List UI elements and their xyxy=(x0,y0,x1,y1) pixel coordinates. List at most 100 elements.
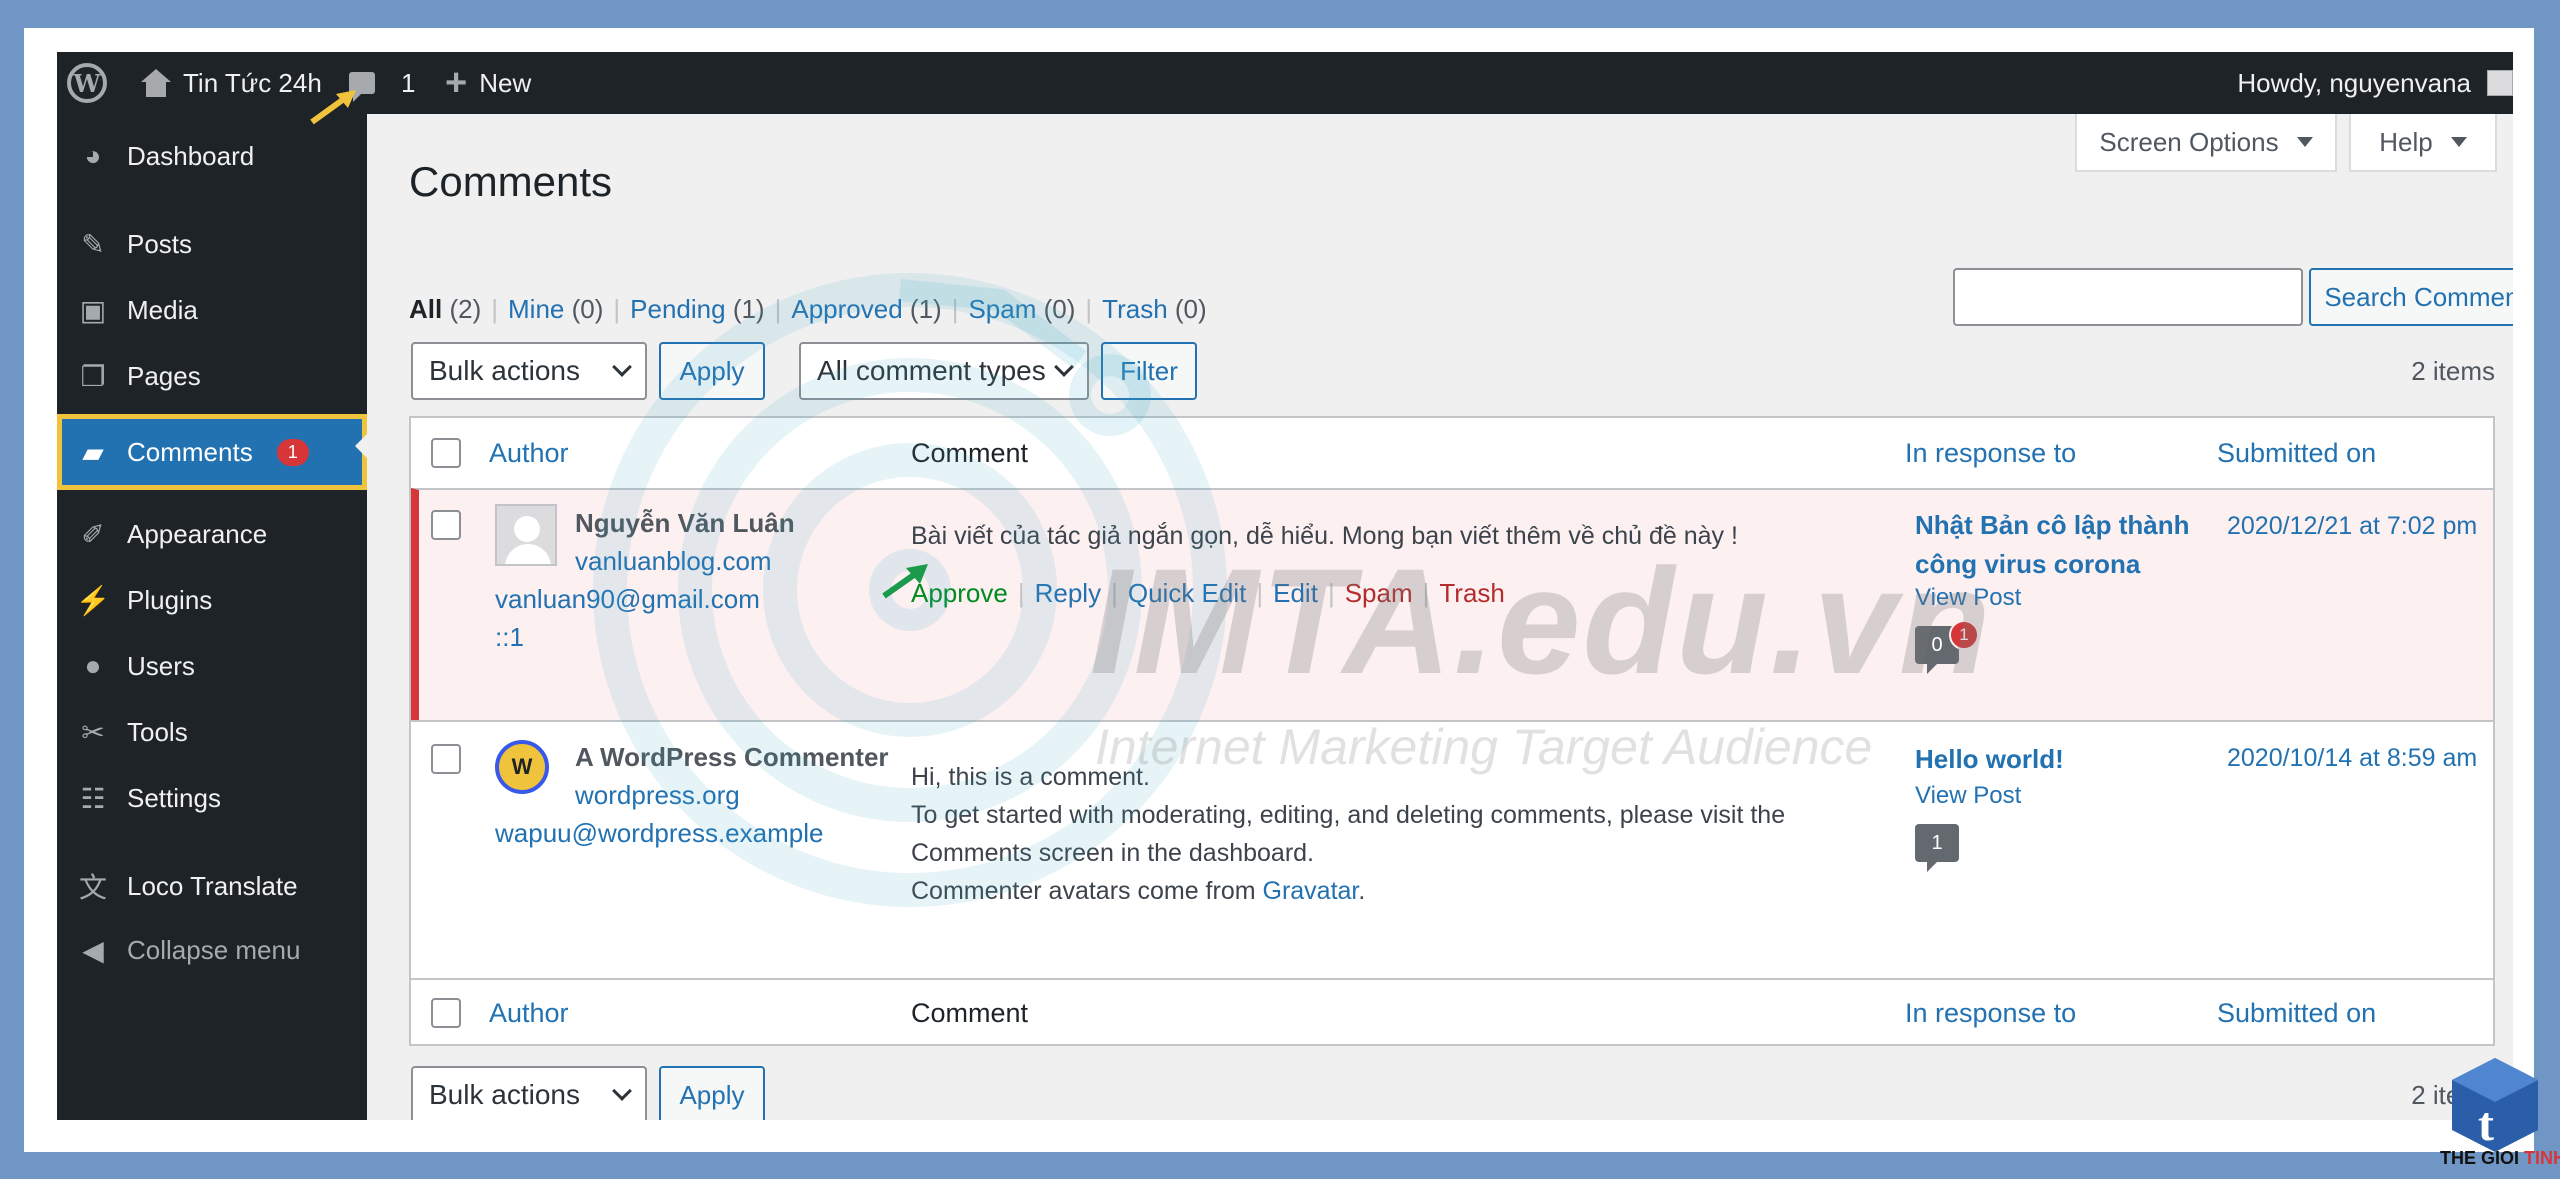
help-label: Help xyxy=(2379,126,2433,157)
author-url-link[interactable]: vanluanblog.com xyxy=(575,546,772,577)
site-name-link[interactable]: Tin Tức 24h xyxy=(141,52,322,114)
apply-button-top[interactable]: Apply xyxy=(659,342,765,400)
separator: | xyxy=(1017,578,1025,608)
corner-brand-part: TINHOC xyxy=(2524,1148,2560,1168)
bulk-actions-select-top[interactable]: Bulk actions xyxy=(411,342,647,400)
column-date-footer[interactable]: Submitted on xyxy=(2217,998,2376,1029)
chevron-down-icon xyxy=(612,1081,632,1101)
column-response-header[interactable]: In response to xyxy=(1905,438,2076,469)
status-filter-links: All (2) | Mine (0) | Pending (1) | Appro… xyxy=(409,294,1207,325)
bulk-actions-value: Bulk actions xyxy=(429,355,580,386)
select-all-checkbox-bottom[interactable] xyxy=(431,998,461,1028)
comment-text-prefix: Commenter avatars come from xyxy=(911,877,1263,905)
help-button[interactable]: Help xyxy=(2349,114,2497,172)
submitted-date-link[interactable]: 2020/10/14 at 8:59 am xyxy=(2227,744,2477,773)
column-date-header[interactable]: Submitted on xyxy=(2217,438,2376,469)
filter-label: Mine xyxy=(508,294,565,324)
column-response-footer[interactable]: In response to xyxy=(1905,998,2076,1029)
author-email-link[interactable]: vanluan90@gmail.com xyxy=(495,584,760,615)
comment-type-select[interactable]: All comment types xyxy=(799,342,1089,400)
sidebar-item-users[interactable]: ● Users xyxy=(57,634,367,698)
filter-all[interactable]: All (2) xyxy=(409,294,481,325)
column-comment-header: Comment xyxy=(911,438,1029,468)
admin-bar: W Tin Tức 24h 1 + New Howdy, nguyenvana xyxy=(57,52,2513,114)
admin-comments-link[interactable]: 1 xyxy=(349,52,415,114)
search-comments-button[interactable]: Search Comments xyxy=(2309,268,2513,326)
apply-button-bottom[interactable]: Apply xyxy=(659,1066,765,1120)
filter-label: Spam xyxy=(968,294,1037,324)
chevron-down-icon xyxy=(1054,357,1074,377)
screen-options-button[interactable]: Screen Options xyxy=(2075,114,2337,172)
sidebar-item-label: Settings xyxy=(127,782,221,813)
howdy-label: Howdy, nguyenvana xyxy=(2237,67,2471,98)
new-content-link[interactable]: + New xyxy=(445,52,531,114)
comment-line: Commenter avatars come from Gravatar. xyxy=(911,872,1785,910)
post-title-link[interactable]: Hello world! xyxy=(1915,744,2064,775)
sidebar-item-dashboard[interactable]: ◕ Dashboard xyxy=(57,124,367,188)
bulk-actions-select-bottom[interactable]: Bulk actions xyxy=(411,1066,647,1120)
dashboard-icon: ◕ xyxy=(84,140,102,171)
filter-label: Pending xyxy=(630,294,726,324)
sidebar-item-label: Collapse menu xyxy=(127,934,301,965)
sidebar-item-label: Media xyxy=(127,294,198,325)
separator: | xyxy=(951,294,959,324)
admin-comment-count: 1 xyxy=(401,67,416,98)
sidebar-item-pages[interactable]: ❐ Pages xyxy=(57,344,367,408)
select-all-checkbox[interactable] xyxy=(431,438,461,468)
approve-link[interactable]: Approve xyxy=(911,578,1008,609)
filter-button[interactable]: Filter xyxy=(1101,342,1197,400)
my-account-link[interactable]: Howdy, nguyenvana xyxy=(2237,52,2513,114)
approved-count-bubble[interactable]: 1 xyxy=(1915,824,1959,872)
gravatar-link[interactable]: Gravatar xyxy=(1263,877,1359,905)
author-ip-link[interactable]: ::1 xyxy=(495,622,524,653)
items-count-top: 2 items xyxy=(2411,356,2495,386)
submitted-date-link[interactable]: 2020/12/21 at 7:02 pm xyxy=(2227,512,2477,541)
search-input[interactable] xyxy=(1953,268,2303,326)
plugin-icon: ⚡ xyxy=(75,584,111,616)
sidebar-item-label: Appearance xyxy=(127,518,268,549)
filter-spam[interactable]: Spam (0) xyxy=(968,294,1075,325)
items-count-bottom: 2 items xyxy=(2411,1080,2495,1110)
sidebar-item-media[interactable]: ▣ Media xyxy=(57,278,367,342)
sidebar-item-appearance[interactable]: ✐ Appearance xyxy=(57,502,367,566)
column-author-footer[interactable]: Author xyxy=(489,998,569,1029)
user-icon: ● xyxy=(84,650,102,681)
chevron-down-icon xyxy=(612,357,632,377)
caret-down-icon xyxy=(2296,137,2313,147)
home-icon xyxy=(141,69,171,97)
caret-down-icon xyxy=(2450,137,2467,147)
author-url-link[interactable]: wordpress.org xyxy=(575,780,740,811)
pin-icon: ✎ xyxy=(81,228,105,260)
comment-icon: ▰ xyxy=(82,436,104,468)
translate-icon: 文 xyxy=(78,872,107,903)
watermark-title: IMTA.edu.vn xyxy=(1090,537,1993,705)
collapse-menu-button[interactable]: ◀ Collapse menu xyxy=(57,918,367,982)
admin-sidebar: ◕ Dashboard ✎ Posts ▣ Media ❐ Pages ▰ Co… xyxy=(57,114,367,1120)
separator: | xyxy=(1085,294,1093,324)
filter-mine[interactable]: Mine (0) xyxy=(508,294,603,325)
filter-trash[interactable]: Trash (0) xyxy=(1102,294,1207,325)
sidebar-item-posts[interactable]: ✎ Posts xyxy=(57,212,367,276)
sidebar-item-settings[interactable]: ☷ Settings xyxy=(57,766,367,830)
column-comment-footer: Comment xyxy=(911,998,1029,1028)
sidebar-item-label: Posts xyxy=(127,228,193,259)
wordpress-logo-icon[interactable]: W xyxy=(67,52,107,114)
sidebar-item-plugins[interactable]: ⚡ Plugins xyxy=(57,568,367,632)
page-title: Comments xyxy=(409,158,613,205)
sidebar-item-loco-translate[interactable]: 文 Loco Translate xyxy=(57,854,367,918)
sidebar-item-label: Tools xyxy=(127,716,188,747)
sidebar-item-tools[interactable]: ✂ Tools xyxy=(57,700,367,764)
row-checkbox[interactable] xyxy=(431,744,461,774)
user-avatar xyxy=(2487,70,2513,96)
plus-icon: + xyxy=(445,62,468,104)
view-post-link[interactable]: View Post xyxy=(1915,782,2021,810)
filter-count: (0) xyxy=(571,294,604,324)
filter-pending[interactable]: Pending (1) xyxy=(630,294,764,325)
sidebar-item-comments[interactable]: ▰ Comments 1 xyxy=(57,414,367,490)
site-name-label: Tin Tức 24h xyxy=(183,67,322,98)
filter-approved[interactable]: Approved (1) xyxy=(791,294,941,325)
author-email-link[interactable]: wapuu@wordpress.example xyxy=(495,818,823,849)
column-author-header[interactable]: Author xyxy=(489,438,569,469)
row-checkbox[interactable] xyxy=(431,510,461,540)
comments-count-badge: 1 xyxy=(276,438,309,466)
